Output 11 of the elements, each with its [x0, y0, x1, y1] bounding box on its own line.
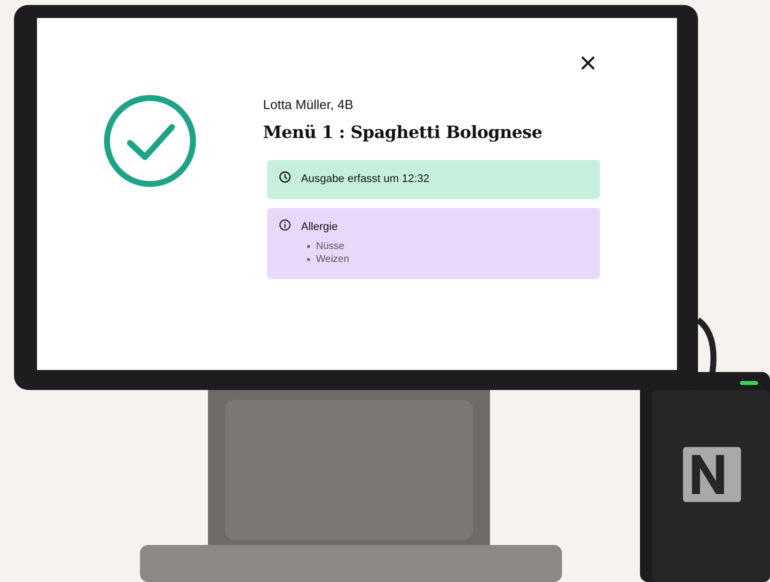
- bullet-icon: [307, 258, 310, 261]
- status-text: Ausgabe erfasst um 12:32: [301, 172, 430, 187]
- info-icon: [279, 218, 291, 230]
- check-circle-icon: [102, 93, 198, 189]
- clock-icon: [279, 171, 291, 183]
- allergen-item: Nüsse: [316, 240, 344, 253]
- student-name: Lotta Müller, 4B: [263, 96, 354, 114]
- allergen-item: Weizen: [316, 253, 350, 266]
- allergy-title: Allergie: [301, 220, 339, 234]
- bullet-icon: [307, 245, 310, 248]
- menu-title: Menü 1 : Spaghetti Bolognese: [263, 122, 544, 144]
